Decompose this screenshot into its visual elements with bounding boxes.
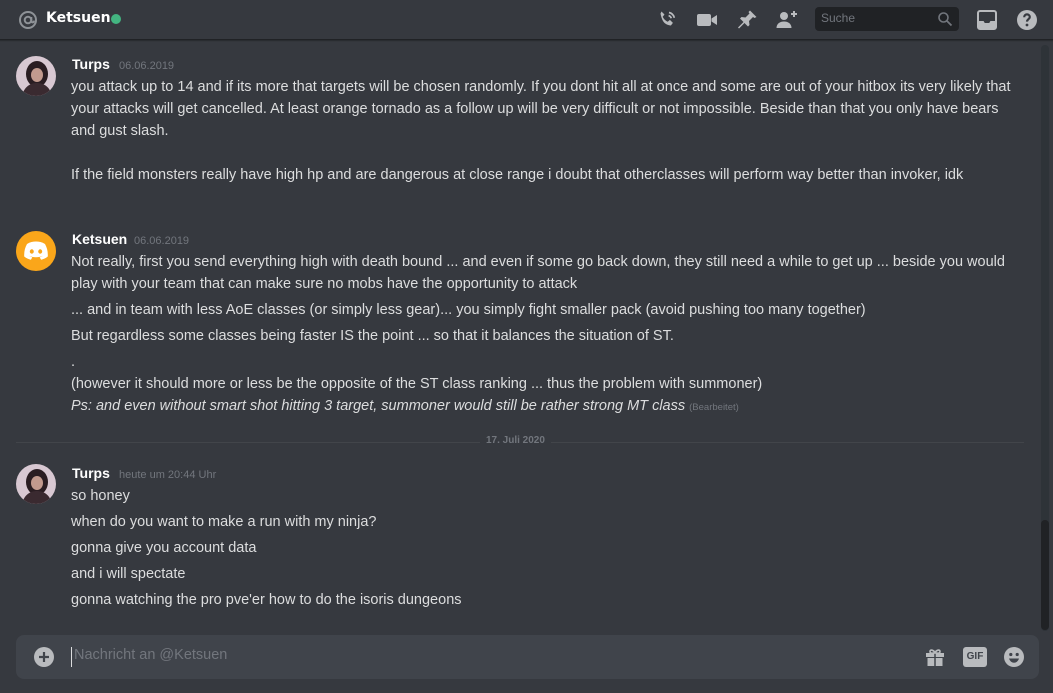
message-text: gonna give you account data [71, 540, 257, 556]
message-text: and i will spectate [71, 566, 186, 582]
message-text: But regardless some classes being faster… [71, 328, 674, 344]
at-icon [19, 11, 37, 29]
discord-logo-icon [24, 241, 48, 260]
message-author[interactable]: Turps [72, 465, 110, 481]
message-text: (however it should more or less be the o… [71, 376, 763, 392]
search-icon[interactable] [937, 11, 953, 27]
avatar[interactable] [16, 464, 56, 504]
message-text: you attack up to 14 and if its more that… [71, 79, 1015, 139]
search-input[interactable]: Suche [821, 11, 931, 27]
message-timestamp: 06.06.2019 [119, 60, 175, 72]
help-icon[interactable] [1015, 8, 1039, 32]
voice-call-icon[interactable] [655, 8, 679, 32]
inbox-icon[interactable] [975, 8, 999, 32]
add-friend-icon[interactable] [775, 8, 799, 32]
message-timestamp: heute um 20:44 Uhr [119, 469, 217, 481]
channel-name: Ketsuen [46, 10, 111, 26]
avatar[interactable] [16, 231, 56, 271]
user-avatar-icon [16, 464, 56, 504]
edited-label: (Bearbeitet) [689, 402, 739, 413]
search-box[interactable]: Suche [815, 7, 959, 31]
user-avatar-icon [16, 56, 56, 96]
message-composer: Nachricht an @Ketsuen GIF [16, 635, 1039, 679]
channel-header: Ketsuen Suche [0, 0, 1053, 40]
message-author[interactable]: Turps [72, 56, 110, 72]
pin-icon[interactable] [735, 8, 759, 32]
avatar[interactable] [16, 56, 56, 96]
gift-icon[interactable] [923, 645, 947, 669]
message-text: If the field monsters really have high h… [71, 167, 964, 183]
video-call-icon[interactable] [695, 8, 719, 32]
message-text-italic: Ps: and even without smart shot hitting … [71, 395, 1011, 419]
message-timestamp: 06.06.2019 [134, 235, 190, 247]
message-text: when do you want to make a run with my n… [71, 514, 377, 530]
gif-icon[interactable]: GIF [963, 647, 987, 667]
message-text: so honey [71, 488, 130, 504]
message-author[interactable]: Ketsuen [72, 231, 127, 247]
message-input[interactable]: Nachricht an @Ketsuen [71, 647, 901, 667]
message-text: gonna watching the pro pve'er how to do … [71, 592, 462, 608]
message-text: Not really, first you send everything hi… [71, 254, 1009, 292]
scrollbar-thumb[interactable] [1041, 520, 1049, 630]
plus-icon[interactable] [32, 645, 56, 669]
emoji-icon[interactable] [1002, 645, 1026, 669]
message-text: . [71, 354, 76, 370]
message-text: ... and in team with less AoE classes (o… [71, 302, 866, 318]
date-divider: 17. Juli 2020 [480, 435, 551, 446]
message-text-content: Ps: and even without smart shot hitting … [71, 398, 686, 414]
online-status-indicator [111, 14, 121, 24]
